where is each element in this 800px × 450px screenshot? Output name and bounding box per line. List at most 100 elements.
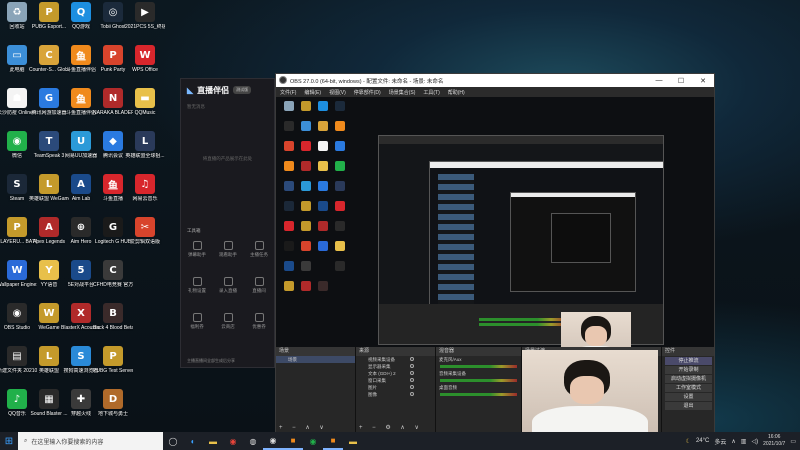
steam-taskbar-icon[interactable]: ◍	[243, 432, 263, 450]
obs-menu-item[interactable]: 停靠部件(D)	[354, 89, 381, 96]
toolbox-item[interactable]: 主播任务	[247, 241, 271, 258]
toolbox-item[interactable]: 优惠券	[247, 313, 271, 330]
visibility-eye-icon[interactable]	[410, 392, 414, 396]
captured-icon	[284, 221, 294, 231]
punk-party-icon: P	[103, 45, 123, 65]
notification-icon[interactable]: ▭	[790, 438, 796, 445]
wechat-taskbar-icon[interactable]: ◉	[303, 432, 323, 450]
source-tools[interactable]: + − ⚙ ∧ ∨	[359, 424, 423, 431]
version-badge[interactable]: 测试版	[233, 86, 252, 94]
control-button[interactable]: 退出	[665, 402, 712, 410]
obs-menu-item[interactable]: 工具(T)	[423, 89, 439, 96]
visibility-eye-icon[interactable]	[410, 378, 414, 382]
desktop-shortcut[interactable]	[128, 260, 162, 304]
captured-icon	[318, 201, 328, 211]
toolbox-item-label: 礼物设置	[188, 288, 206, 293]
source-item[interactable]: 窗口采集	[356, 377, 435, 384]
captured-icon	[284, 201, 294, 211]
captured-icon	[301, 261, 311, 271]
desktop-shortcut[interactable]: C CFHD电竞赛 官方版	[93, 260, 133, 304]
captured-icon	[335, 201, 345, 211]
toolbox-item[interactable]: 云商店	[216, 313, 240, 330]
desktop-shortcut[interactable]	[128, 346, 162, 390]
tray-chevron-icon[interactable]: ∧	[731, 438, 735, 445]
obs-menu-item[interactable]: 场景集合(S)	[389, 89, 416, 96]
desktop-shortcut[interactable]: ▬ QQMusic	[128, 88, 162, 132]
desktop-shortcut-label: PUBG Test Server	[93, 368, 133, 374]
control-button[interactable]: 设置	[665, 393, 712, 401]
source-item[interactable]: 显示器采集	[356, 363, 435, 370]
toolbox-item-icon	[192, 277, 202, 286]
source-item[interactable]: 视频采集设备	[356, 356, 435, 363]
taskbar-search-input[interactable]: ⌕ 在这里输入你要搜索的内容	[18, 432, 163, 450]
desktop-shortcut[interactable]: B Back 4 Blood Beta	[93, 303, 133, 347]
video-taskbar-icon[interactable]: ■	[323, 432, 343, 450]
captured-icon	[318, 241, 328, 251]
douyu-taskbar-icon[interactable]: ■	[283, 432, 303, 450]
captured-icon	[284, 101, 294, 111]
obs-menu-item[interactable]: 视图(V)	[329, 89, 346, 96]
weather-icon: ☾	[685, 438, 691, 445]
visibility-eye-icon[interactable]	[410, 357, 414, 361]
obs-preview[interactable]	[276, 97, 714, 367]
mixer-channel: 麦克风/Aux	[436, 356, 521, 368]
desktop-shortcut[interactable]: ♫ 网易云音乐	[128, 174, 162, 218]
close-icon[interactable]: ✕	[692, 74, 714, 87]
weather-temp[interactable]: 24°C	[696, 438, 709, 444]
control-button[interactable]: 启动虚拟摄像机	[665, 375, 712, 383]
visibility-eye-icon[interactable]	[410, 385, 414, 389]
volume-meter[interactable]	[440, 393, 517, 396]
control-button[interactable]: 停止推流	[665, 357, 712, 365]
toolbox-item[interactable]: 直播间	[247, 277, 271, 294]
clock[interactable]: 16:06 2021/10/7	[763, 434, 785, 448]
source-item[interactable]: 图像	[356, 391, 435, 398]
desktop-shortcut[interactable]: ✂ 爱剪辑双语版	[128, 217, 162, 261]
desktop-shortcut[interactable]: L 英雄联盟全球狙...	[125, 131, 165, 175]
task-view-icon[interactable]: ◯	[163, 432, 183, 450]
desktop-shortcut[interactable]: D 地下城与勇士	[96, 389, 130, 432]
maximize-icon[interactable]: ☐	[670, 74, 692, 87]
desktop-shortcut[interactable]	[128, 303, 162, 347]
desktop-shortcut[interactable]: ▶ 2021PCS 5S_终极赛...	[125, 2, 165, 46]
obs-menu-item[interactable]: 帮助(H)	[448, 89, 465, 96]
file-explorer-icon[interactable]: ▬	[203, 432, 223, 450]
toolbox-item[interactable]: 弹幕助手	[185, 241, 209, 258]
minimize-icon[interactable]: —	[648, 74, 670, 87]
visibility-eye-icon[interactable]	[410, 364, 414, 368]
source-item[interactable]: 图片	[356, 384, 435, 391]
pubg-esports-icon: P	[39, 2, 59, 22]
volume-meter[interactable]	[440, 365, 517, 368]
volume-meter[interactable]	[440, 379, 517, 382]
douyu-2-icon: 鱼	[71, 88, 91, 108]
folder-taskbar-icon[interactable]: ▬	[343, 432, 363, 450]
obs-menu-item[interactable]: 编辑(E)	[304, 89, 321, 96]
visibility-eye-icon[interactable]	[410, 371, 414, 375]
qq-music-icon: ♪	[7, 389, 27, 409]
source-item[interactable]: 文本 (GDI+) 2	[356, 370, 435, 377]
volume-icon[interactable]: ◁)	[751, 438, 758, 445]
obs-taskbar-icon[interactable]: ◉	[263, 432, 283, 450]
captured-icon	[318, 281, 328, 291]
tencent-meeting-icon: ◆	[103, 131, 123, 151]
desktop-shortcut[interactable]: P PUBG Test Server	[93, 346, 133, 390]
scene-tools[interactable]: + − ∧ ∨	[279, 424, 328, 431]
control-button[interactable]: 工作室模式	[665, 384, 712, 392]
control-button[interactable]: 开始录制	[665, 366, 712, 374]
wechat-icon: ◉	[7, 131, 27, 151]
chrome-icon[interactable]: ◉	[223, 432, 243, 450]
toolbox-item[interactable]: 观看助手	[216, 241, 240, 258]
edge-icon[interactable]: ◐	[183, 432, 203, 450]
network-icon[interactable]: ▥	[741, 438, 747, 445]
obs-menu-item[interactable]: 文件(F)	[280, 89, 296, 96]
mixer-header: 混音器	[436, 347, 521, 356]
toolbox-item[interactable]: 录入直播	[216, 277, 240, 294]
tencent-accelerator-icon: G	[39, 88, 59, 108]
toolbox-item[interactable]: 礼物设置	[185, 277, 209, 294]
yy-icon: Y	[39, 260, 59, 280]
toolbox-item[interactable]: 福利券	[185, 313, 209, 330]
live-companion-header: ◣ 直播伴侣 测试版	[181, 79, 274, 101]
captured-icon	[284, 141, 294, 151]
windows-start-icon[interactable]: ⊞	[0, 432, 18, 450]
scene-item[interactable]: 场景	[276, 356, 355, 363]
desktop-shortcut[interactable]: W WPS Office	[128, 45, 162, 89]
